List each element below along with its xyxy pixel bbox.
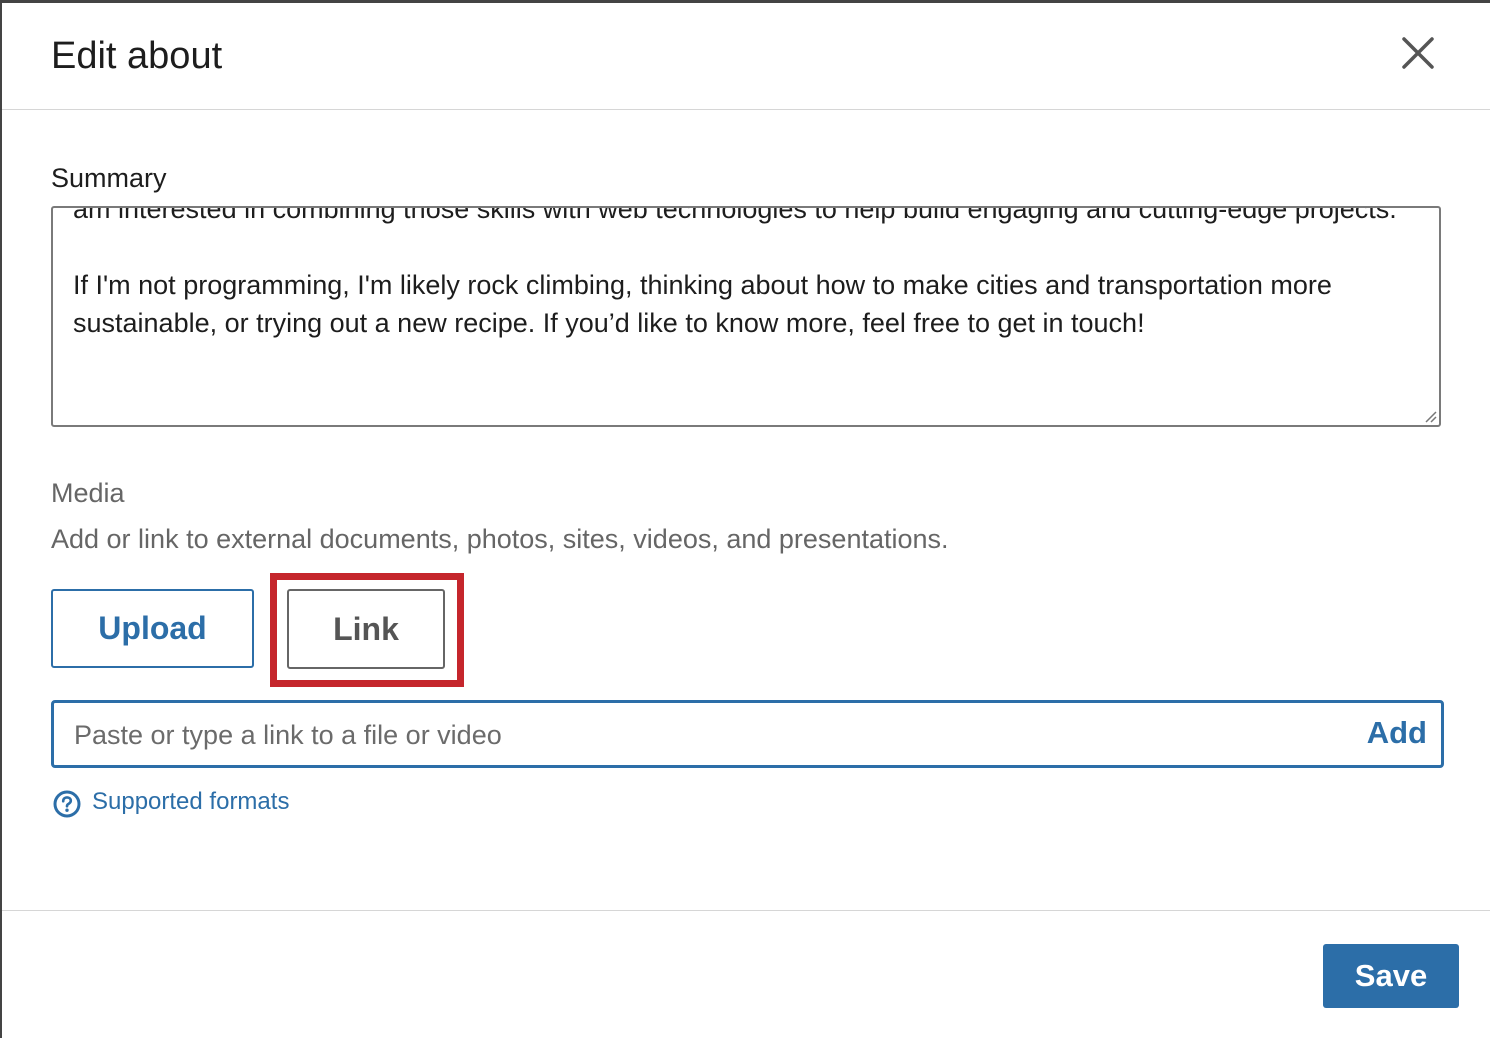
resize-handle-icon[interactable]	[1423, 409, 1437, 423]
link-input-container: Add	[51, 700, 1444, 768]
dialog-title: Edit about	[51, 35, 223, 77]
close-button[interactable]	[1396, 31, 1440, 75]
summary-text: am interested in combining those skills …	[73, 206, 1397, 338]
close-icon	[1402, 37, 1434, 69]
edit-about-dialog: Edit about Summary am interested in comb…	[0, 0, 1490, 1038]
media-label: Media	[51, 478, 125, 508]
upload-button[interactable]: Upload	[51, 589, 254, 668]
save-button[interactable]: Save	[1323, 944, 1459, 1008]
link-input[interactable]	[72, 703, 1346, 767]
dialog-header: Edit about	[2, 3, 1490, 110]
question-circle-icon	[53, 790, 81, 818]
media-description: Add or link to external documents, photo…	[51, 524, 949, 554]
supported-formats-link[interactable]: Supported formats	[52, 785, 289, 819]
summary-textarea[interactable]: am interested in combining those skills …	[51, 206, 1441, 427]
summary-label: Summary	[51, 163, 167, 193]
supported-formats-label: Supported formats	[92, 788, 290, 815]
link-button[interactable]: Link	[287, 589, 445, 669]
footer-divider	[2, 910, 1490, 911]
add-button[interactable]: Add	[1367, 715, 1427, 751]
